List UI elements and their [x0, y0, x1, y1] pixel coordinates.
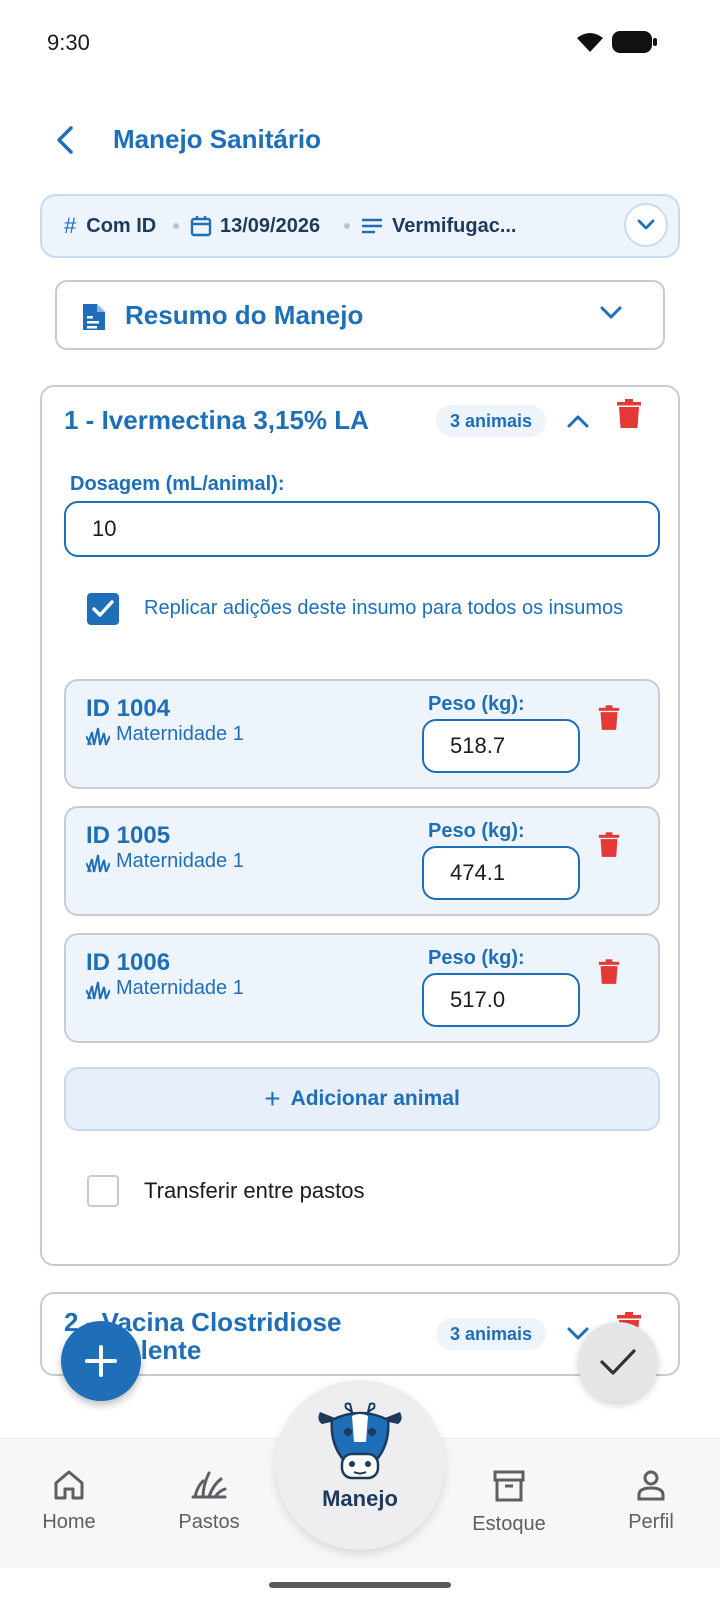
delete-insumo-button[interactable] [616, 399, 642, 429]
peso-input[interactable]: 518.7 [422, 719, 580, 773]
delete-animal-button[interactable] [598, 959, 620, 985]
hash-icon: # [64, 213, 77, 238]
animal-count-badge: 3 animais [436, 1318, 547, 1350]
document-icon [81, 302, 107, 332]
status-time: 9:30 [47, 30, 90, 55]
person-icon [637, 1470, 665, 1501]
peso-label: Peso (kg): [428, 693, 525, 715]
wifi-icon [575, 30, 605, 54]
filter-id-mode[interactable]: # Com ID [64, 196, 156, 256]
check-icon [92, 600, 114, 617]
chevron-down-icon [637, 219, 655, 230]
peso-label: Peso (kg): [428, 947, 525, 969]
filter-type[interactable]: Vermifugac... [362, 196, 517, 256]
dosage-label: Dosagem (mL/animal): [70, 473, 285, 495]
grass-icon [86, 727, 110, 745]
grass-icon [191, 1471, 227, 1499]
peso-input[interactable]: 517.0 [422, 973, 580, 1027]
nav-estoque-label: Estoque [472, 1513, 546, 1535]
animal-id: ID 1006 [86, 949, 171, 976]
chevron-up-icon [567, 415, 589, 428]
summary-label: Resumo do Manejo [125, 300, 364, 330]
filter-expand-button[interactable] [624, 203, 668, 247]
animal-row: ID 1006 Maternidade 1 Peso (kg): 517.0 [64, 933, 660, 1043]
dosage-input[interactable]: 10 [64, 501, 660, 557]
replicate-label: Replicar adições deste insumo para todos… [144, 597, 624, 619]
nav-estoque[interactable]: Estoque [454, 1469, 564, 1536]
transfer-checkbox[interactable] [87, 1175, 119, 1207]
transfer-label: Transferir entre pastos [144, 1178, 365, 1203]
page-title: Manejo Sanitário [113, 124, 322, 154]
animal-row: ID 1005 Maternidade 1 Peso (kg): 474.1 [64, 806, 660, 916]
filter-bar[interactable]: # Com ID 13/09/2026 Vermifugac... [40, 194, 680, 258]
filter-id-mode-label: Com ID [86, 214, 157, 237]
animal-location-label: Maternidade 1 [116, 850, 244, 872]
nav-home[interactable]: Home [14, 1469, 124, 1534]
delete-animal-button[interactable] [598, 832, 620, 858]
peso-input[interactable]: 474.1 [422, 846, 580, 900]
check-icon [600, 1349, 636, 1375]
animal-location: Maternidade 1 [86, 723, 244, 746]
chevron-left-icon [57, 126, 73, 154]
animal-id: ID 1005 [86, 822, 171, 849]
cow-icon [316, 1402, 404, 1486]
nav-pastos-label: Pastos [178, 1511, 240, 1533]
grass-icon [86, 981, 110, 999]
animal-location-label: Maternidade 1 [116, 723, 244, 745]
animal-id: ID 1004 [86, 695, 171, 722]
trash-icon [598, 705, 620, 730]
collapse-button[interactable] [566, 409, 590, 433]
list-icon [362, 218, 382, 234]
peso-label: Peso (kg): [428, 820, 525, 842]
back-button[interactable] [48, 120, 82, 160]
confirm-button[interactable] [578, 1322, 658, 1402]
home-icon [54, 1470, 84, 1500]
plus-icon [85, 1345, 117, 1377]
plus-icon: + [264, 1083, 281, 1114]
animal-location: Maternidade 1 [86, 977, 244, 1000]
add-animal-label: Adicionar animal [290, 1087, 460, 1110]
filter-type-label: Vermifugac... [392, 214, 517, 237]
nav-home-label: Home [42, 1511, 96, 1533]
nav-perfil-label: Perfil [628, 1511, 674, 1533]
filter-date[interactable]: 13/09/2026 [190, 196, 320, 256]
home-indicator [269, 1582, 451, 1588]
animal-row: ID 1004 Maternidade 1 Peso (kg): 518.7 [64, 679, 660, 789]
nav-manejo-label: Manejo [322, 1486, 398, 1511]
separator-dot [344, 223, 350, 229]
trash-icon [598, 959, 620, 984]
trash-icon [617, 399, 641, 428]
nav-perfil[interactable]: Perfil [596, 1469, 706, 1534]
animal-count-badge: 3 animais [436, 405, 547, 437]
nav-pastos[interactable]: Pastos [154, 1469, 264, 1534]
animal-location: Maternidade 1 [86, 850, 244, 873]
chevron-down-icon [600, 306, 622, 320]
summary-panel[interactable]: Resumo do Manejo [55, 280, 665, 350]
add-insumo-fab[interactable] [61, 1321, 141, 1401]
battery-icon [612, 31, 658, 53]
insumo-title: 1 - Ivermectina 3,15% LA [64, 405, 369, 435]
trash-icon [598, 832, 620, 857]
filter-date-label: 13/09/2026 [220, 214, 321, 237]
grass-icon [86, 854, 110, 872]
nav-manejo[interactable]: Manejo [275, 1380, 445, 1550]
animal-location-label: Maternidade 1 [116, 977, 244, 999]
separator-dot [173, 223, 179, 229]
replicate-checkbox[interactable] [87, 593, 119, 625]
delete-animal-button[interactable] [598, 705, 620, 731]
insumo-card: 1 - Ivermectina 3,15% LA 3 animais Dosag… [40, 385, 680, 1266]
calendar-icon [190, 215, 212, 237]
archive-icon [493, 1470, 525, 1502]
add-animal-button[interactable]: + Adicionar animal [64, 1067, 660, 1131]
